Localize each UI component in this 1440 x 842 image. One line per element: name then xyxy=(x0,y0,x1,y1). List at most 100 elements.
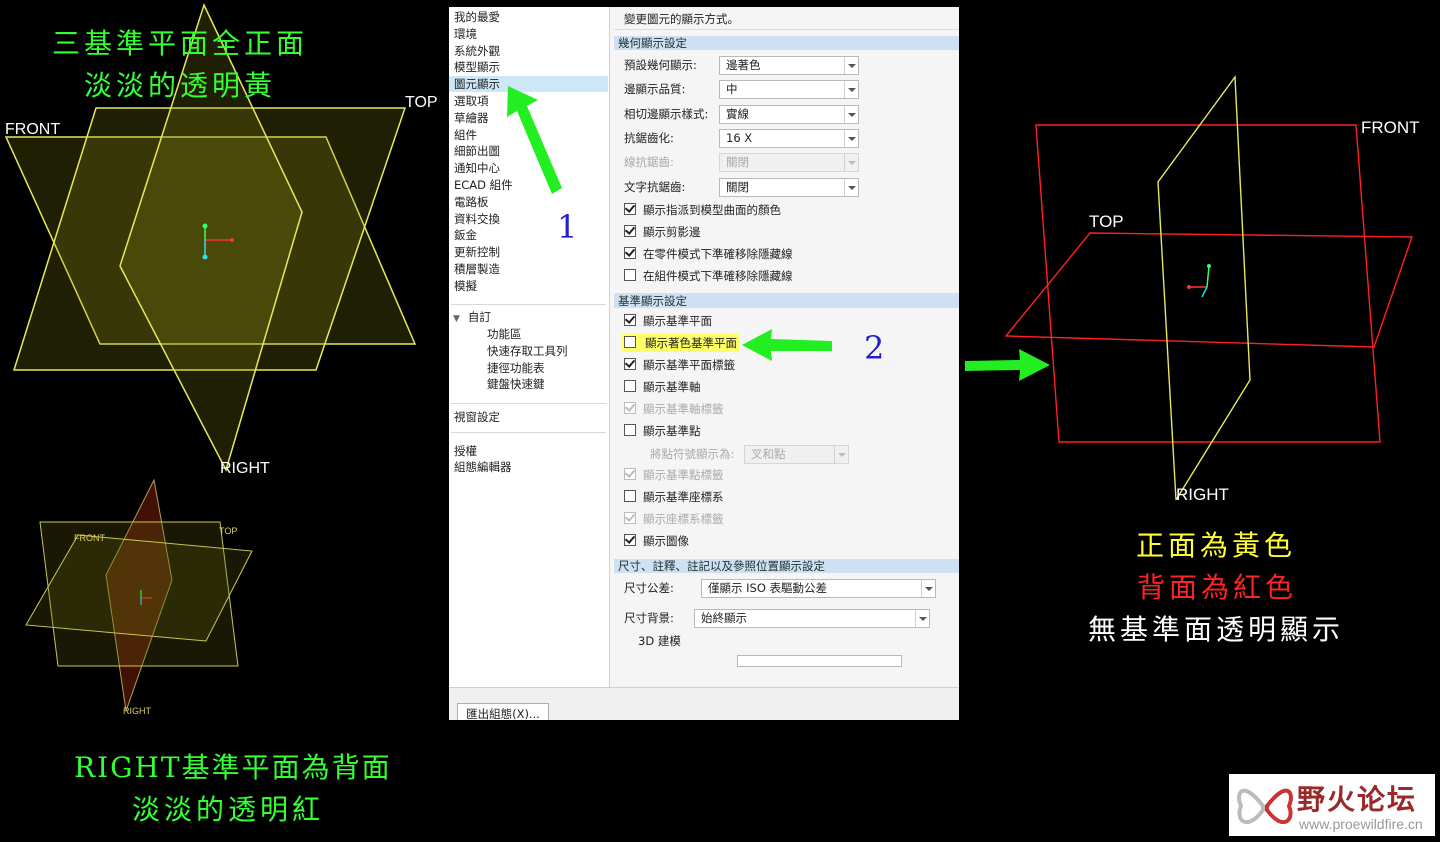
nav-group-custom[interactable]: ▼ 自訂 xyxy=(453,309,491,325)
nav-item[interactable]: 資料交換 xyxy=(454,211,500,227)
nav-subitem[interactable]: 鍵盤快速鍵 xyxy=(487,376,545,392)
checkbox-icon xyxy=(624,402,636,414)
nav-item[interactable]: 更新控制 xyxy=(454,244,500,260)
datum-checkbox: 顯示基準點標籤 xyxy=(624,466,724,484)
dim-background-select[interactable]: 始終顯示 xyxy=(694,609,930,628)
dropdown-arrow-icon[interactable] xyxy=(844,105,858,123)
panel-header: 變更圖元的顯示方式。 xyxy=(624,12,739,26)
butterfly-logo-icon xyxy=(1237,788,1293,825)
datum-checkbox[interactable]: 顯示基準平面標籤 xyxy=(624,356,735,374)
checkbox-icon[interactable] xyxy=(624,380,636,392)
checkbox-icon[interactable] xyxy=(624,225,636,237)
caption-light-yellow: 淡淡的透明黃 xyxy=(84,69,277,102)
dropdown-arrow-icon[interactable] xyxy=(915,610,929,627)
checkbox-icon xyxy=(624,512,636,524)
step-number-1: 1 xyxy=(557,208,578,246)
nav-item[interactable]: 細節出圖 xyxy=(454,143,500,159)
datum-checkbox[interactable]: 顯示基準點 xyxy=(624,422,701,440)
geometry-checkbox[interactable]: 顯示剪影邊 xyxy=(624,223,701,241)
checkbox-icon xyxy=(624,468,636,480)
checkbox-icon[interactable] xyxy=(624,269,636,281)
nav-item[interactable]: 我的最愛 xyxy=(454,9,500,25)
right-plane-wire xyxy=(1157,74,1251,500)
nav-item[interactable]: 模擬 xyxy=(454,278,477,294)
nav-item[interactable]: 電路板 xyxy=(454,194,489,210)
datum-checkbox: 顯示基準軸標籤 xyxy=(624,400,724,418)
geometry-row-label: 抗鋸齒化: xyxy=(624,130,674,145)
geometry-checkbox[interactable]: 在零件模式下準確移除隱藏線 xyxy=(624,245,793,263)
dropdown-arrow-icon[interactable] xyxy=(844,57,858,74)
modeling-3d-label: 3D 建模 xyxy=(638,634,681,648)
checkbox-icon[interactable] xyxy=(624,534,636,546)
tolerance-select[interactable]: 僅顯示 ISO 表驅動公差 xyxy=(701,579,936,598)
geometry-row-select[interactable]: 實線 xyxy=(719,104,859,124)
geometry-checkbox[interactable]: 顯示指派到模型曲面的顏色 xyxy=(624,201,781,219)
checkbox-icon[interactable] xyxy=(624,203,636,215)
caption-right-back: RIGHT基準平面為背面 xyxy=(74,751,392,784)
dropdown-arrow-icon[interactable] xyxy=(844,81,858,99)
checkbox-icon[interactable] xyxy=(624,336,636,348)
nav-subitem[interactable]: 功能區 xyxy=(487,326,522,342)
datum-checkbox[interactable]: 顯示基準平面 xyxy=(624,312,712,330)
caption-light-red: 淡淡的透明紅 xyxy=(132,793,325,826)
logo-title: 野火论坛 xyxy=(1297,783,1418,816)
datum-checkbox[interactable]: 顯示著色基準平面 xyxy=(622,334,739,352)
tolerance-label: 尺寸公差: xyxy=(624,581,674,595)
nav-item[interactable]: 草繪器 xyxy=(454,110,489,126)
geometry-row-select[interactable]: 關閉 xyxy=(719,177,859,197)
caption-back-red: 背面為紅色 xyxy=(1137,571,1298,604)
step-number-2: 2 xyxy=(864,329,885,367)
geometry-checkbox[interactable]: 在組件模式下準確移除隱藏線 xyxy=(624,267,793,285)
checkbox-icon[interactable] xyxy=(624,424,636,436)
section-dimensions: 尺寸、註釋、註記以及參照位置顯示設定 xyxy=(614,559,959,573)
nav-item[interactable]: 模型顯示 xyxy=(454,59,500,75)
nav-item[interactable]: 圖元顯示 xyxy=(449,76,608,93)
entity-display-panel: 變更圖元的顯示方式。 幾何顯示設定 預設幾何顯示: 邊著色 邊顯示品質: 中相切邊顯示樣式… xyxy=(610,7,959,687)
nav-item-window-settings[interactable]: 視窗設定 xyxy=(454,409,500,425)
nav-item[interactable]: 環境 xyxy=(454,26,477,42)
geometry-row-select[interactable]: 邊著色 xyxy=(719,56,859,75)
point-symbol-label: 將點符號顯示為: xyxy=(650,447,735,461)
nav-item[interactable]: 通知中心 xyxy=(454,160,500,176)
nav-item[interactable]: 組件 xyxy=(454,127,477,143)
nav-item[interactable]: ECAD 組件 xyxy=(454,177,513,193)
geometry-row-select[interactable]: 16 X xyxy=(719,128,859,148)
dropdown-arrow-icon[interactable] xyxy=(921,580,935,597)
geometry-row-select[interactable]: 中 xyxy=(719,80,859,100)
nav-item[interactable]: 鈑金 xyxy=(454,227,477,243)
export-config-button[interactable]: 匯出組態(X)... xyxy=(457,703,549,720)
caption-three-planes: 三基準平面全正面 xyxy=(52,27,309,60)
label-right-small: RIGHT xyxy=(123,706,151,716)
checkbox-icon[interactable] xyxy=(624,247,636,259)
expand-triangle-icon[interactable]: ▼ xyxy=(453,314,460,324)
geometry-row-select: 關閉 xyxy=(719,153,859,173)
top-plane-wire xyxy=(1004,232,1413,348)
checkbox-icon[interactable] xyxy=(624,358,636,370)
geometry-row-label: 文字抗鋸齒: xyxy=(624,179,686,194)
checkbox-icon[interactable] xyxy=(624,490,636,502)
triad-result xyxy=(1187,264,1211,298)
nav-item-config-editor[interactable]: 組態編輯器 xyxy=(454,459,512,475)
geometry-row-label: 預設幾何顯示: xyxy=(624,58,697,72)
dropdown-arrow-icon[interactable] xyxy=(844,129,858,147)
partial-select[interactable] xyxy=(737,655,902,667)
nav-item[interactable]: 積層製造 xyxy=(454,261,500,277)
checkbox-icon[interactable] xyxy=(624,314,636,326)
label-top-large: TOP xyxy=(405,94,438,111)
label-front-result: FRONT xyxy=(1361,118,1420,137)
nav-subitem[interactable]: 捷徑功能表 xyxy=(487,360,545,376)
section-geometry: 幾何顯示設定 xyxy=(614,36,959,50)
datum-checkbox[interactable]: 顯示基準軸 xyxy=(624,378,701,396)
nav-subitem[interactable]: 快速存取工具列 xyxy=(487,343,568,359)
geometry-row-label: 線抗鋸齒: xyxy=(624,155,674,170)
datum-checkbox: 顯示座標系標籤 xyxy=(624,510,724,528)
category-nav: 我的最愛 環境 系統外觀 模型顯示 圖元顯示 選取項 草繪器 組件 細節出圖 通知中心 ECAD 組… xyxy=(449,7,610,687)
nav-item[interactable]: 選取項 xyxy=(454,93,489,109)
label-front-large: FRONT xyxy=(5,121,61,138)
caption-front-yellow: 正面為黃色 xyxy=(1136,529,1297,562)
dropdown-arrow-icon[interactable] xyxy=(844,178,858,196)
nav-item[interactable]: 系統外觀 xyxy=(454,43,500,59)
datum-checkbox[interactable]: 顯示基準座標系 xyxy=(624,488,724,506)
nav-item-license[interactable]: 授權 xyxy=(454,443,477,459)
datum-checkbox[interactable]: 顯示圖像 xyxy=(624,532,689,550)
